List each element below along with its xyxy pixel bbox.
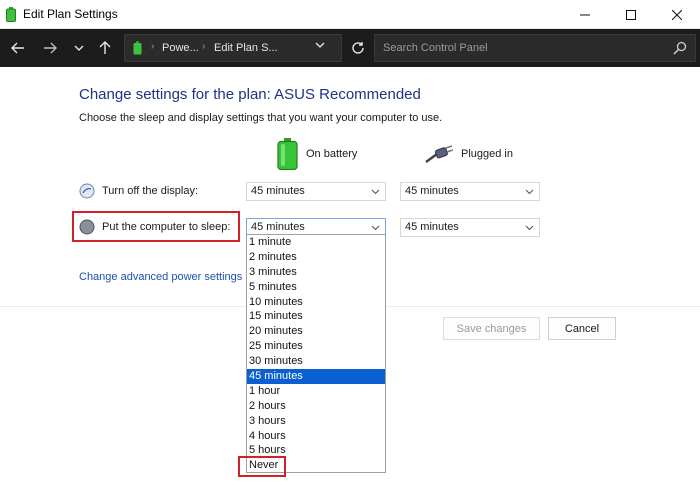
display-icon [79, 183, 95, 199]
sleep-plugged-in-value: 45 minutes [405, 221, 459, 233]
cancel-button[interactable]: Cancel [548, 317, 616, 340]
back-button[interactable] [5, 29, 31, 67]
back-arrow-icon [11, 42, 24, 54]
minimize-button[interactable] [562, 0, 608, 29]
breadcrumb-separator: › [202, 41, 206, 52]
refresh-icon [352, 42, 364, 54]
close-button[interactable] [654, 0, 700, 29]
search-placeholder: Search Control Panel [383, 42, 488, 54]
chevron-down-icon [371, 225, 380, 231]
dropdown-option[interactable]: 4 hours [247, 429, 385, 444]
sleep-label: Put the computer to sleep: [102, 221, 231, 233]
up-button[interactable] [92, 29, 118, 67]
sleep-setting-row-label: Put the computer to sleep: [79, 218, 230, 236]
sleep-options-dropdown-list: 1 minute 2 minutes 3 minutes 5 minutes 1… [246, 234, 386, 473]
column-header-on-battery: On battery [277, 137, 357, 171]
dropdown-option[interactable]: 30 minutes [247, 354, 385, 369]
minimize-icon [580, 14, 590, 15]
save-changes-button[interactable]: Save changes [443, 317, 540, 340]
battery-icon [6, 7, 16, 22]
dropdown-option[interactable]: 20 minutes [247, 324, 385, 339]
recent-locations-button[interactable] [66, 29, 92, 67]
chevron-down-icon [525, 225, 534, 231]
battery-icon [133, 41, 142, 55]
maximize-icon [626, 9, 636, 20]
display-plugged-in-select[interactable]: 45 minutes [400, 182, 540, 201]
chevron-down-icon [74, 45, 84, 51]
dropdown-option[interactable]: 2 hours [247, 399, 385, 414]
title-bar: Edit Plan Settings [0, 0, 700, 29]
dropdown-option[interactable]: 3 hours [247, 414, 385, 429]
dropdown-option[interactable]: 15 minutes [247, 309, 385, 324]
on-battery-label: On battery [306, 148, 358, 160]
dropdown-option[interactable]: 1 hour [247, 384, 385, 399]
never-option-highlight-box [238, 456, 286, 477]
display-plugged-in-value: 45 minutes [405, 185, 459, 197]
chevron-down-icon [525, 189, 534, 195]
dropdown-option[interactable]: 10 minutes [247, 295, 385, 310]
plugged-in-label: Plugged in [461, 148, 513, 160]
sleep-on-battery-value: 45 minutes [251, 221, 305, 233]
dropdown-option[interactable]: 1 minute [247, 235, 385, 250]
display-on-battery-select[interactable]: 45 minutes [246, 182, 386, 201]
close-icon [672, 9, 682, 20]
breadcrumb-separator: › [151, 41, 155, 52]
forward-button[interactable] [37, 29, 63, 67]
page-description: Choose the sleep and display settings th… [79, 112, 443, 124]
refresh-button[interactable] [344, 34, 372, 62]
display-setting-row-label: Turn off the display: [79, 182, 198, 200]
power-plug-icon [425, 145, 453, 163]
maximize-button[interactable] [608, 0, 654, 29]
forward-arrow-icon [44, 42, 57, 54]
dropdown-option[interactable]: 5 minutes [247, 280, 385, 295]
advanced-power-settings-link[interactable]: Change advanced power settings [79, 271, 242, 283]
dropdown-option-selected[interactable]: 45 minutes [247, 369, 385, 384]
up-arrow-icon [99, 41, 111, 54]
battery-icon [277, 138, 298, 170]
page-title: Change settings for the plan: ASUS Recom… [79, 86, 421, 103]
breadcrumb-power-options[interactable]: Powe... [162, 42, 199, 54]
display-on-battery-value: 45 minutes [251, 185, 305, 197]
sleep-plugged-in-select[interactable]: 45 minutes [400, 218, 540, 237]
breadcrumb-edit-plan-settings[interactable]: Edit Plan S... [214, 42, 278, 54]
window-title: Edit Plan Settings [23, 7, 118, 21]
navigation-bar: › Powe... › Edit Plan S... Search Contro… [0, 29, 700, 67]
search-icon [673, 41, 687, 55]
address-bar[interactable]: › Powe... › Edit Plan S... [124, 34, 342, 62]
address-dropdown-button[interactable] [315, 40, 325, 52]
dropdown-option[interactable]: 2 minutes [247, 250, 385, 265]
dropdown-option[interactable]: 3 minutes [247, 265, 385, 280]
column-header-plugged-in: Plugged in [425, 137, 513, 171]
dropdown-option[interactable]: 25 minutes [247, 339, 385, 354]
search-box[interactable]: Search Control Panel [374, 34, 696, 62]
chevron-down-icon [315, 42, 325, 48]
chevron-down-icon [371, 189, 380, 195]
sleep-moon-icon [79, 219, 95, 235]
display-label: Turn off the display: [102, 185, 198, 197]
